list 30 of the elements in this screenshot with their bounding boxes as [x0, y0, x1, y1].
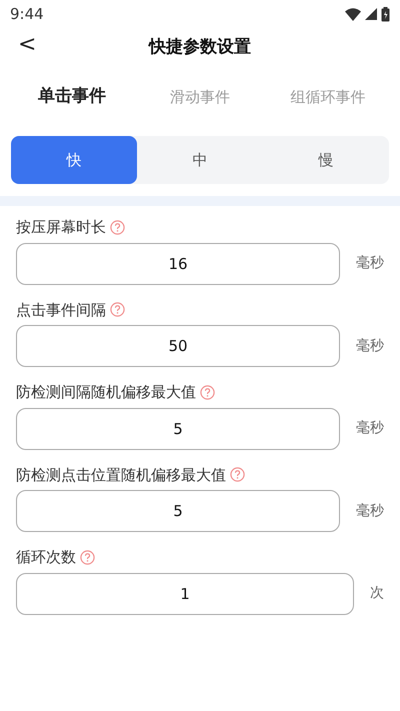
- value-field[interactable]: 5: [16, 490, 340, 532]
- field-label: 循环次数: [16, 547, 76, 568]
- speed-option[interactable]: 中: [137, 136, 263, 184]
- help-icon[interactable]: [80, 550, 95, 565]
- unit-label: 毫秒: [356, 419, 384, 438]
- back-button[interactable]: <: [14, 32, 40, 58]
- field-label: 防检测点击位置随机偏移最大值: [16, 464, 226, 486]
- value-field[interactable]: 16: [16, 242, 340, 284]
- unit-label: 毫秒: [356, 336, 384, 356]
- speed-option[interactable]: 快: [11, 136, 137, 184]
- status-time: 9:44: [10, 4, 44, 25]
- value-field[interactable]: 1: [16, 572, 354, 614]
- unit-label: 毫秒: [356, 502, 384, 520]
- wifi-icon: [345, 8, 361, 20]
- speed-option[interactable]: 慢: [263, 136, 389, 184]
- field-label: 防检测间隔随机偏移最大值: [16, 382, 196, 403]
- tab[interactable]: 单击事件: [8, 84, 136, 110]
- battery-icon: [381, 6, 390, 22]
- help-icon[interactable]: [230, 467, 245, 482]
- help-icon[interactable]: [110, 220, 125, 235]
- unit-label: 毫秒: [356, 254, 384, 273]
- signal-icon: [365, 8, 377, 20]
- value-field[interactable]: 50: [16, 325, 340, 367]
- unit-label: 次: [370, 584, 384, 603]
- value-field[interactable]: 5: [16, 408, 340, 450]
- field-label: 点击事件间隔: [16, 300, 106, 320]
- help-icon[interactable]: [110, 302, 125, 318]
- help-icon[interactable]: [200, 384, 215, 400]
- field-label: 按压屏幕时长: [16, 217, 106, 238]
- page-title: 快捷参数设置: [149, 36, 251, 60]
